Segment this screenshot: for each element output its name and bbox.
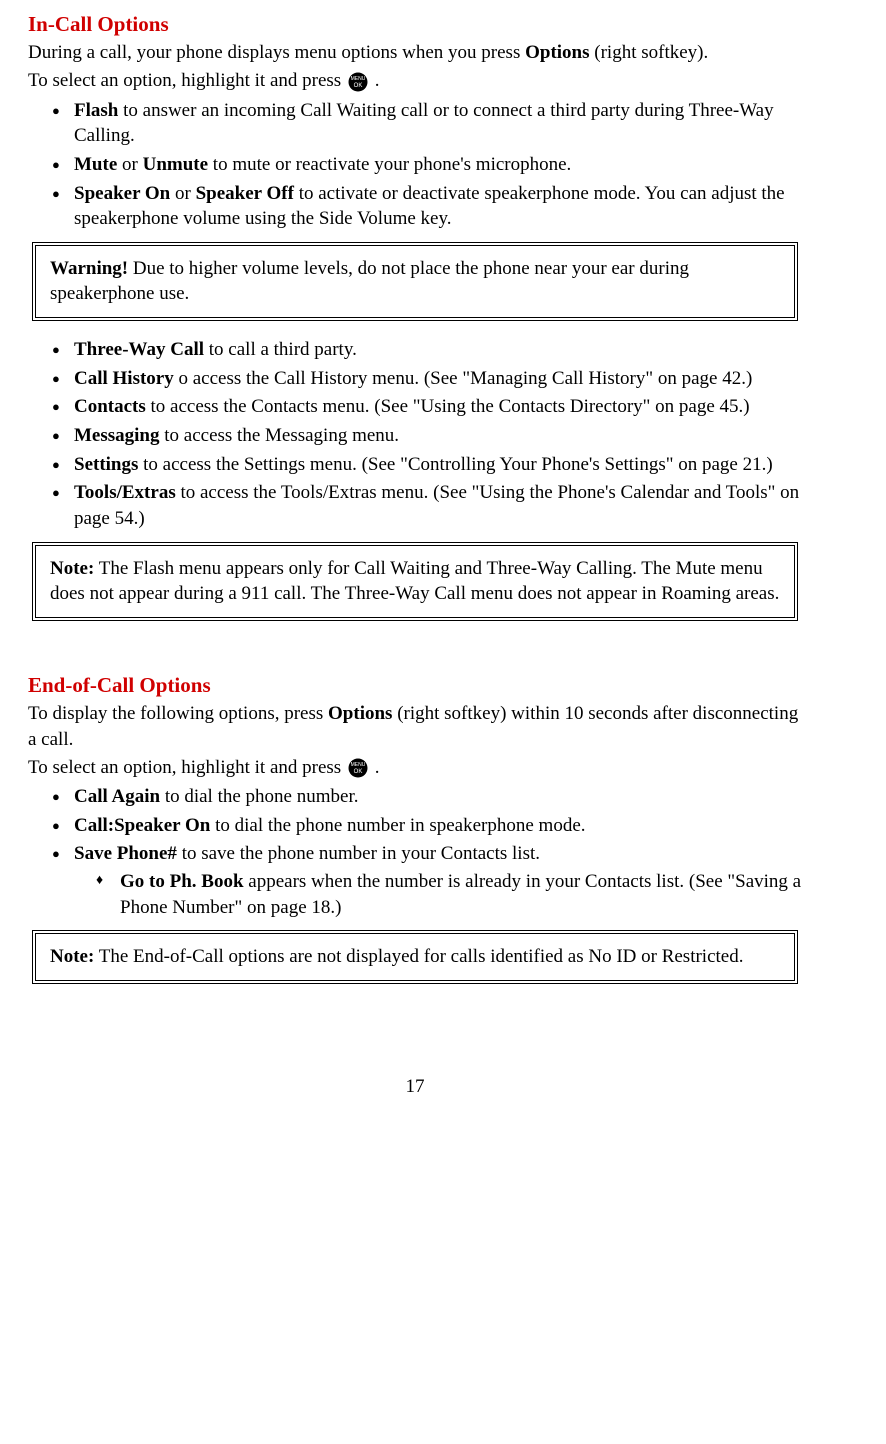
- text: (right softkey).: [590, 42, 709, 63]
- list-item: Contacts to access the Contacts menu. (S…: [52, 394, 802, 420]
- text: to access the Settings menu. (See "Contr…: [138, 454, 772, 475]
- text: During a call, your phone displays menu …: [28, 42, 525, 63]
- list-item: Call Again to dial the phone number.: [52, 784, 802, 810]
- list-item: Tools/Extras to access the Tools/Extras …: [52, 480, 802, 531]
- option-name: Call History: [74, 368, 174, 389]
- option-name: Call Again: [74, 786, 160, 807]
- text: to access the Tools/Extras menu. (See "U…: [74, 482, 799, 529]
- option-name: Settings: [74, 454, 138, 475]
- list-item: Save Phone# to save the phone number in …: [52, 841, 802, 920]
- sub-list: Go to Ph. Book appears when the number i…: [74, 869, 802, 920]
- text: To select an option, highlight it and pr…: [28, 757, 346, 778]
- list-item: Three-Way Call to call a third party.: [52, 337, 802, 363]
- bullet-list: Call Again to dial the phone number. Cal…: [28, 784, 802, 920]
- option-name: Go to Ph. Book: [120, 871, 244, 892]
- option-name: Contacts: [74, 396, 146, 417]
- note-text: The Flash menu appears only for Call Wai…: [50, 558, 779, 605]
- option-name: Unmute: [143, 154, 208, 175]
- list-item: Settings to access the Settings menu. (S…: [52, 452, 802, 478]
- menu-ok-icon: MENUOK: [348, 72, 368, 92]
- svg-text:OK: OK: [354, 769, 363, 775]
- option-name: Save Phone#: [74, 843, 177, 864]
- options-label: Options: [525, 42, 589, 63]
- page-number: 17: [28, 1074, 802, 1100]
- section-heading: In-Call Options: [28, 10, 802, 38]
- text: To select an option, highlight it and pr…: [28, 70, 346, 91]
- text: o access the Call History menu. (See "Ma…: [174, 368, 753, 389]
- section-heading: End-of-Call Options: [28, 671, 802, 699]
- option-name: Messaging: [74, 425, 160, 446]
- svg-text:MENU: MENU: [351, 762, 366, 768]
- option-name: Tools/Extras: [74, 482, 176, 503]
- note-label: Note:: [50, 558, 94, 579]
- text: to access the Messaging menu.: [160, 425, 400, 446]
- list-item: Go to Ph. Book appears when the number i…: [96, 869, 802, 920]
- option-name: Speaker Off: [196, 183, 294, 204]
- list-item: Mute or Unmute to mute or reactivate you…: [52, 152, 802, 178]
- text: .: [370, 757, 380, 778]
- option-name: Three-Way Call: [74, 339, 204, 360]
- option-name: Speaker On: [74, 183, 170, 204]
- list-item: Call:Speaker On to dial the phone number…: [52, 813, 802, 839]
- note-box: Note: The End-of-Call options are not di…: [32, 930, 798, 984]
- intro-paragraph-2: To select an option, highlight it and pr…: [28, 755, 802, 781]
- options-label: Options: [328, 703, 392, 724]
- bullet-list: Flash to answer an incoming Call Waiting…: [28, 98, 802, 232]
- menu-ok-icon: MENUOK: [348, 758, 368, 778]
- intro-paragraph-2: To select an option, highlight it and pr…: [28, 68, 802, 94]
- list-item: Speaker On or Speaker Off to activate or…: [52, 181, 802, 232]
- text: to dial the phone number in speakerphone…: [210, 815, 585, 836]
- intro-paragraph: During a call, your phone displays menu …: [28, 40, 802, 66]
- text: to mute or reactivate your phone's micro…: [208, 154, 571, 175]
- option-name: Call:Speaker On: [74, 815, 210, 836]
- warning-text: Due to higher volume levels, do not plac…: [50, 258, 689, 305]
- list-item: Call History o access the Call History m…: [52, 366, 802, 392]
- option-name: Mute: [74, 154, 117, 175]
- text: .: [370, 70, 380, 91]
- bullet-list: Three-Way Call to call a third party. Ca…: [28, 337, 802, 531]
- list-item: Flash to answer an incoming Call Waiting…: [52, 98, 802, 149]
- text: to save the phone number in your Contact…: [177, 843, 540, 864]
- text: or: [117, 154, 142, 175]
- svg-text:MENU: MENU: [351, 76, 366, 82]
- text: to answer an incoming Call Waiting call …: [74, 100, 774, 147]
- note-box: Note: The Flash menu appears only for Ca…: [32, 542, 798, 621]
- intro-paragraph: To display the following options, press …: [28, 701, 802, 752]
- list-item: Messaging to access the Messaging menu.: [52, 423, 802, 449]
- note-label: Note:: [50, 946, 94, 967]
- text: to dial the phone number.: [160, 786, 358, 807]
- svg-text:OK: OK: [354, 83, 363, 89]
- text: to access the Contacts menu. (See "Using…: [146, 396, 750, 417]
- text: To display the following options, press: [28, 703, 328, 724]
- option-name: Flash: [74, 100, 118, 121]
- text: to call a third party.: [204, 339, 357, 360]
- warning-label: Warning!: [50, 258, 128, 279]
- note-text: The End-of-Call options are not displaye…: [94, 946, 743, 967]
- warning-box: Warning! Due to higher volume levels, do…: [32, 242, 798, 321]
- text: or: [170, 183, 195, 204]
